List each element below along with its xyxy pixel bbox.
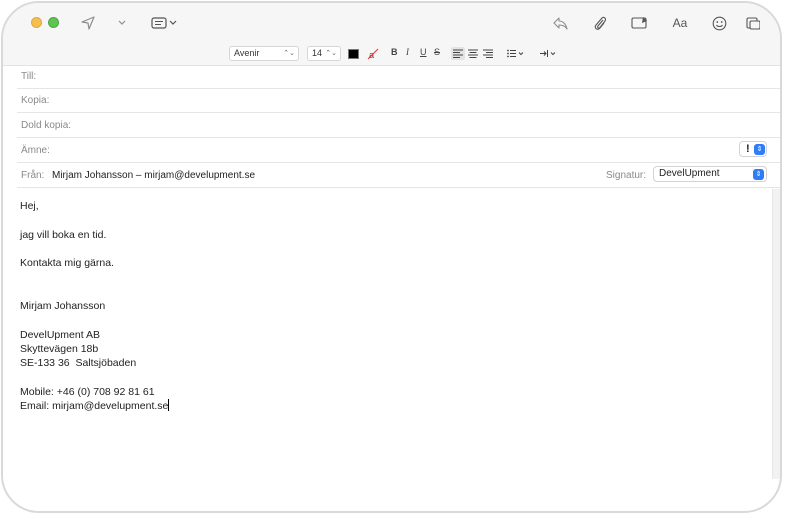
- signature-value: DevelUpment: [659, 168, 720, 179]
- strikethrough-button[interactable]: S: [434, 47, 440, 57]
- list-icon[interactable]: [506, 47, 526, 60]
- underline-button[interactable]: U: [420, 47, 427, 57]
- to-label: Till:: [21, 71, 37, 82]
- from-label: Från:: [21, 170, 45, 181]
- bcc-field[interactable]: Dold kopia:: [17, 113, 780, 138]
- font-family-value: Avenir: [234, 48, 260, 58]
- emoji-icon[interactable]: [711, 15, 727, 31]
- body-line-last: Email: mirjam@develupment.se: [20, 399, 170, 413]
- body-line: jag vill boka en tid.: [20, 228, 107, 241]
- photo-icon[interactable]: [746, 15, 760, 31]
- body-line: Mobile: +46 (0) 708 92 81 61: [20, 385, 155, 398]
- align-center-icon[interactable]: [466, 47, 480, 60]
- zoom-button[interactable]: [48, 17, 59, 28]
- priority-value: !: [746, 143, 750, 155]
- subject-label: Ämne:: [21, 145, 50, 156]
- cc-label: Kopia:: [21, 95, 50, 106]
- italic-button[interactable]: I: [406, 47, 409, 57]
- body-line: Mirjam Johansson: [20, 300, 106, 313]
- body-line: [20, 285, 169, 299]
- indent-icon[interactable]: [539, 47, 559, 60]
- attachment-icon[interactable]: [592, 14, 608, 32]
- header-fields-icon[interactable]: [150, 15, 180, 31]
- send-icon[interactable]: [79, 14, 97, 32]
- reply-icon[interactable]: [551, 15, 569, 31]
- font-size-select[interactable]: 14 ⌃⌄: [307, 46, 341, 61]
- subject-field[interactable]: Ämne: ! ⇕: [17, 138, 780, 163]
- body-line: Skyttevägen 18b: [20, 342, 99, 355]
- scrollbar[interactable]: [772, 189, 780, 479]
- format-icon[interactable]: Aa: [669, 15, 691, 31]
- email-line: Email: mirjam@develupment.se: [20, 400, 169, 413]
- from-select[interactable]: Mirjam Johansson – mirjam@develupment.se: [52, 170, 255, 181]
- chevron-down-icon[interactable]: [117, 18, 127, 28]
- body-line: [20, 242, 169, 256]
- to-field[interactable]: Till:: [17, 64, 780, 89]
- text-cursor: [168, 399, 170, 412]
- highlight-color-icon[interactable]: a: [366, 48, 380, 60]
- body-line: [20, 371, 169, 385]
- priority-select[interactable]: ! ⇕: [739, 141, 767, 157]
- bcc-label: Dold kopia:: [21, 120, 72, 131]
- text-color-swatch[interactable]: [348, 49, 359, 59]
- updown-arrows-icon: ⇕: [753, 169, 764, 180]
- minimize-button[interactable]: [31, 17, 42, 28]
- font-size-value: 14: [312, 48, 323, 58]
- align-right-icon[interactable]: [481, 47, 495, 60]
- updown-arrows-icon: ⌃⌄: [325, 50, 337, 57]
- updown-arrows-icon: ⌃⌄: [283, 50, 295, 57]
- body-line: Hej,: [20, 200, 39, 212]
- compose-window: Aa Avenir ⌃⌄ 14 ⌃⌄ a B I U S: [1, 1, 782, 513]
- bold-button[interactable]: B: [391, 47, 398, 57]
- signature-select[interactable]: DevelUpment ⇕: [653, 166, 767, 182]
- updown-arrows-icon: ⇕: [754, 144, 765, 155]
- align-left-icon[interactable]: [451, 47, 465, 60]
- photo-browser-icon[interactable]: [630, 15, 650, 31]
- message-body[interactable]: Hej, jag vill boka en tid. Kontakta mig …: [20, 199, 170, 413]
- body-line: DevelUpment AB: [20, 328, 100, 341]
- signature-label: Signatur:: [606, 170, 647, 181]
- body-line: [20, 313, 169, 327]
- format-bar: Avenir ⌃⌄ 14 ⌃⌄ a B I U S: [3, 43, 780, 66]
- body-line: [20, 270, 169, 284]
- body-line: SE-133 36 Saltsjöbaden: [20, 357, 137, 370]
- toolbar: Aa: [3, 3, 780, 43]
- cc-field[interactable]: Kopia:: [17, 88, 780, 113]
- from-row: Från: Mirjam Johansson – mirjam@develupm…: [17, 163, 780, 188]
- font-family-select[interactable]: Avenir ⌃⌄: [229, 46, 299, 61]
- body-line: Kontakta mig gärna.: [20, 257, 114, 270]
- body-line: [20, 213, 169, 227]
